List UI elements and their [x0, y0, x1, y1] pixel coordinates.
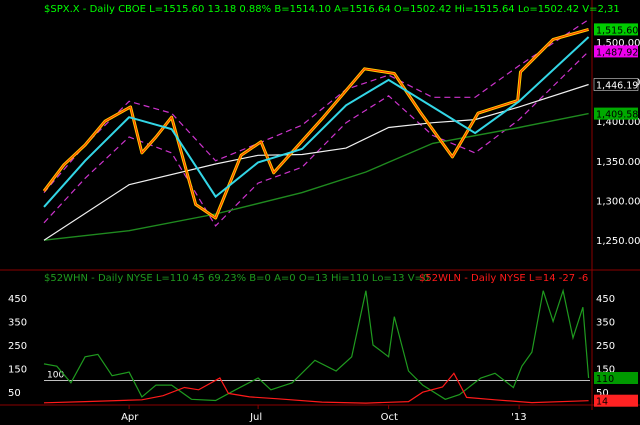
price-marker-label: 1,515.60 — [596, 25, 638, 36]
breadth-tick-label-right: 350 — [596, 317, 615, 328]
x-tick-label: Jul — [249, 412, 262, 423]
price-marker-label: 1,446.19 — [596, 81, 638, 92]
breadth-tick-label-right: 250 — [596, 341, 615, 352]
breadth-tick-label-left: 150 — [8, 365, 27, 376]
price-marker-label: 1,409.58 — [596, 110, 638, 121]
chart-background — [0, 0, 640, 425]
breadth-high-header: $52WHN - Daily NYSE L=110 45 69.23% B=0 … — [44, 273, 429, 284]
breadth-tick-label-left: 450 — [8, 294, 27, 305]
x-tick-label: Oct — [381, 412, 398, 423]
breadth-marker-label: 110 — [596, 374, 614, 385]
price-header: $SPX.X - Daily CBOE L=1515.60 13.18 0.88… — [44, 4, 620, 15]
breadth-tick-label-left: 350 — [8, 317, 27, 328]
breadth-low-header: $52WLN - Daily NYSE L=14 -27 -6 — [419, 273, 588, 284]
breadth-marker-label: 14 — [596, 397, 608, 408]
breadth-tick-label-left: 250 — [8, 341, 27, 352]
price-tick-label: 1,300.00 — [596, 197, 640, 208]
stock-chart: 100 1,500.001,450.001,400.001,350.001,30… — [0, 0, 640, 425]
breadth-tick-label-right: 450 — [596, 294, 615, 305]
breadth-tick-label-left: 50 — [8, 388, 21, 399]
price-marker-label: 1,487.92 — [596, 47, 638, 58]
price-tick-label: 1,350.00 — [596, 157, 640, 168]
x-tick-label: Apr — [121, 412, 139, 423]
x-tick-label: '13 — [511, 412, 526, 423]
price-tick-label: 1,250.00 — [596, 236, 640, 247]
